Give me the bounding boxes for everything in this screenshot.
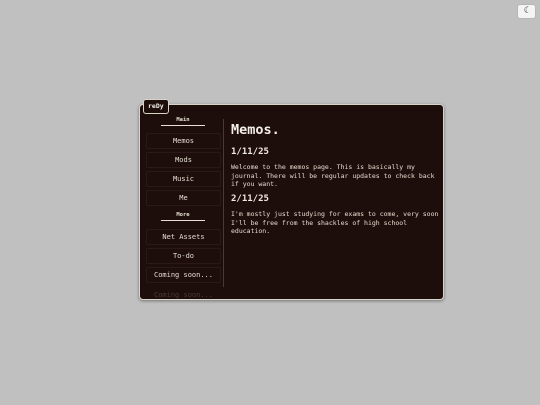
page-title: Memos. (231, 122, 280, 138)
sidebar-item-me[interactable]: Me (146, 190, 221, 206)
memos-content: Memos. 1/11/25 Welcome to the memos page… (231, 105, 439, 299)
sidebar: Main Memos Mods Music Me More Net Assets… (143, 105, 224, 299)
main-window: Main Memos Mods Music Me More Net Assets… (139, 104, 444, 300)
sidebar-item-music[interactable]: Music (146, 171, 221, 187)
sidebar-item-todo[interactable]: To-do (146, 248, 221, 264)
sidebar-item-memos[interactable]: Memos (146, 133, 221, 149)
moon-icon: ☾ (523, 6, 530, 16)
section-rule (161, 125, 205, 126)
section-label-main: Main (176, 117, 190, 123)
sidebar-item-mods[interactable]: Mods (146, 152, 221, 168)
memo-date: 2/11/25 (231, 194, 269, 204)
site-logo[interactable]: reDy (143, 99, 169, 114)
section-label-more: More (176, 212, 190, 218)
theme-toggle-button[interactable]: ☾ (518, 5, 535, 18)
memo-text: Welcome to the memos page. This is basic… (231, 163, 435, 188)
memo-text: I'm mostly just studying for exams to co… (231, 210, 439, 235)
sidebar-item-coming-soon[interactable]: Coming soon... (146, 267, 221, 283)
sidebar-item-net-assets[interactable]: Net Assets (146, 229, 221, 245)
sidebar-divider (223, 119, 224, 287)
section-rule (161, 220, 205, 221)
memo-date: 1/11/25 (231, 147, 269, 157)
sidebar-item-coming-soon-faded[interactable]: Coming soon... (146, 287, 221, 299)
